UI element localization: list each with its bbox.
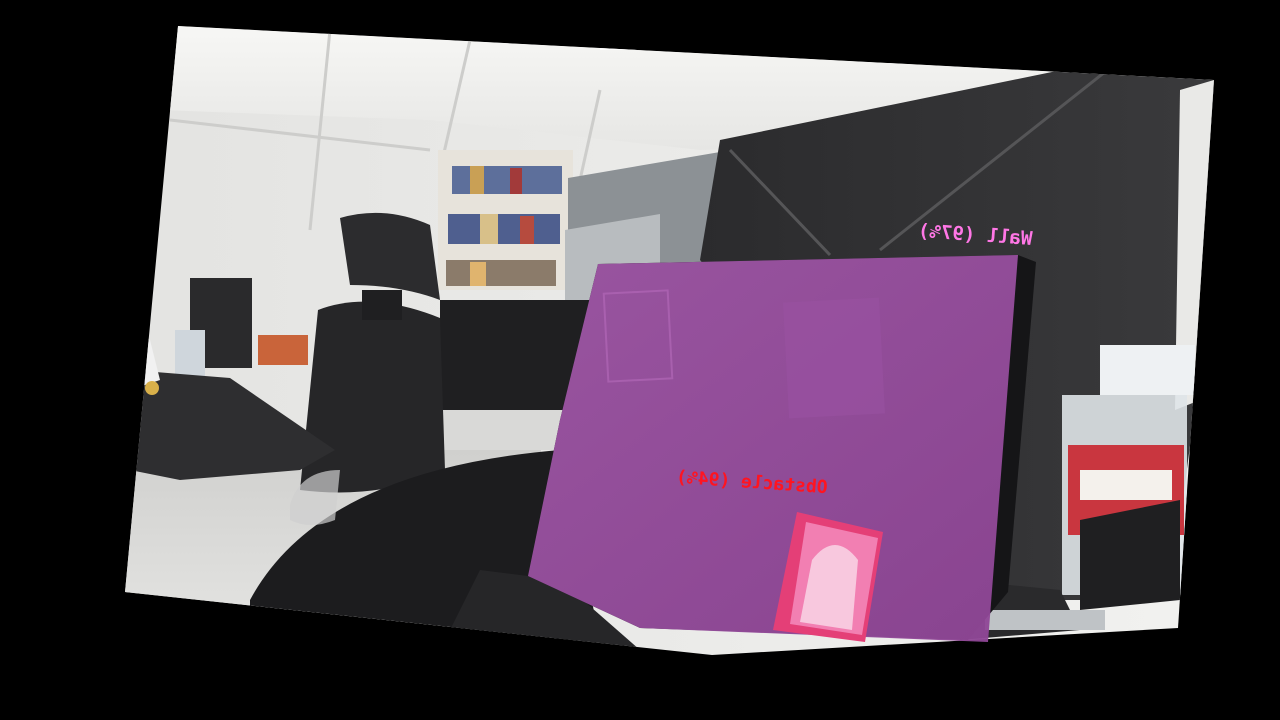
desk [440, 410, 570, 450]
wall-mask [528, 255, 1018, 642]
ceiling-light [600, 36, 695, 50]
bookshelf [438, 150, 573, 290]
camera-view [125, 26, 1214, 655]
